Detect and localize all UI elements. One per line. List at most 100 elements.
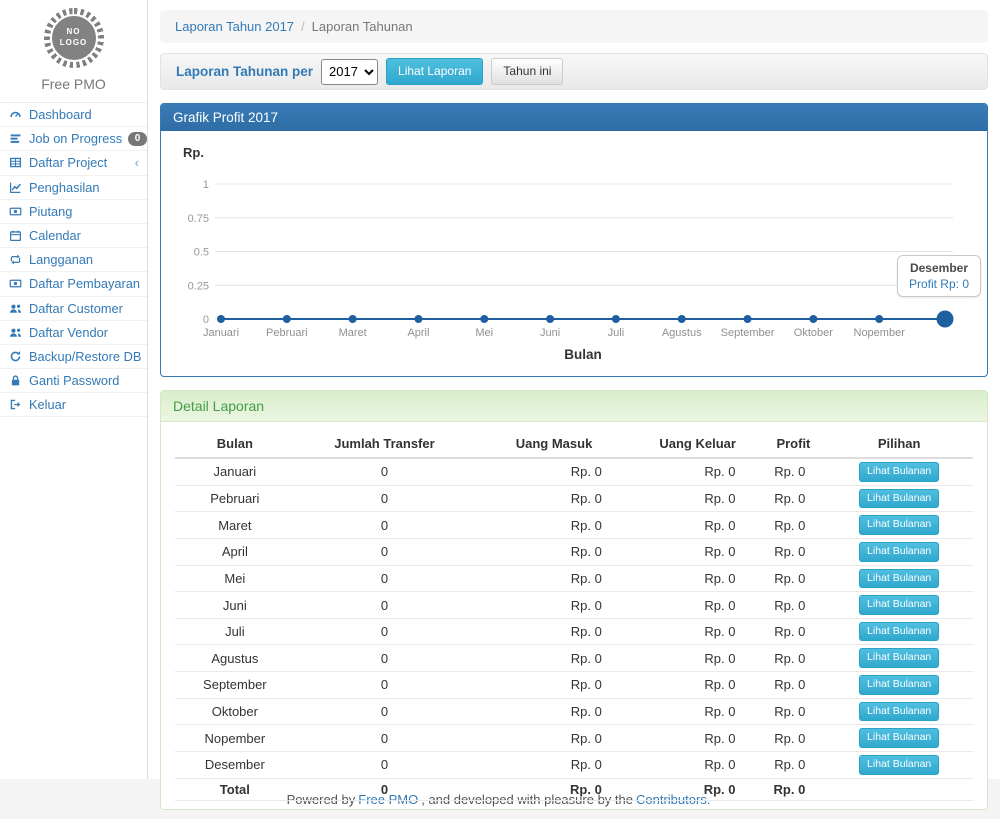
uang-keluar-cell: Rp. 0 xyxy=(634,698,762,725)
month-cell: Pebruari xyxy=(175,485,295,512)
table-row: Desember0Rp. 0Rp. 0Rp. 0Lihat Bulanan xyxy=(175,752,973,779)
table-row: Agustus0Rp. 0Rp. 0Rp. 0Lihat Bulanan xyxy=(175,645,973,672)
uang-masuk-cell: Rp. 0 xyxy=(474,485,634,512)
lihat-bulanan-button[interactable]: Lihat Bulanan xyxy=(859,515,939,535)
refresh-icon xyxy=(8,350,23,363)
users-icon xyxy=(8,326,23,339)
svg-text:0: 0 xyxy=(203,314,209,326)
uang-keluar-cell: Rp. 0 xyxy=(634,752,762,779)
profit-cell: Rp. 0 xyxy=(762,485,826,512)
sidebar-item-langganan[interactable]: Langganan xyxy=(0,248,147,272)
lihat-bulanan-button[interactable]: Lihat Bulanan xyxy=(859,595,939,615)
sign-out-icon xyxy=(8,398,23,411)
pilihan-cell: Lihat Bulanan xyxy=(825,618,973,645)
breadcrumb-current: Laporan Tahunan xyxy=(312,19,413,34)
sidebar-item-keluar[interactable]: Keluar xyxy=(0,393,147,417)
profit-cell: Rp. 0 xyxy=(762,512,826,539)
sidebar-item-backup-restore-db[interactable]: Backup/Restore DB xyxy=(0,345,147,369)
profit-cell: Rp. 0 xyxy=(762,592,826,619)
total-profit: Rp. 0 xyxy=(762,778,826,800)
jumlah-transfer-cell: 0 xyxy=(295,618,475,645)
table-icon xyxy=(8,156,23,169)
lihat-bulanan-button[interactable]: Lihat Bulanan xyxy=(859,542,939,562)
month-cell: Januari xyxy=(175,458,295,485)
uang-masuk-cell: Rp. 0 xyxy=(474,618,634,645)
year-select[interactable]: 2017 xyxy=(321,59,378,85)
lihat-bulanan-button[interactable]: Lihat Bulanan xyxy=(859,622,939,642)
month-cell: Juli xyxy=(175,618,295,645)
jumlah-transfer-cell: 0 xyxy=(295,592,475,619)
jumlah-transfer-cell: 0 xyxy=(295,698,475,725)
profit-chart-panel: Grafik Profit 2017 Rp.00.250.50.751Janua… xyxy=(160,103,988,377)
pilihan-cell: Lihat Bulanan xyxy=(825,512,973,539)
lihat-bulanan-button[interactable]: Lihat Bulanan xyxy=(859,728,939,748)
table-total-row: Total 0 Rp. 0 Rp. 0 Rp. 0 xyxy=(175,778,973,800)
sidebar-item-daftar-vendor[interactable]: Daftar Vendor xyxy=(0,321,147,345)
uang-keluar-cell: Rp. 0 xyxy=(634,458,762,485)
lihat-bulanan-button[interactable]: Lihat Bulanan xyxy=(859,489,939,509)
table-header-row: Bulan Jumlah Transfer Uang Masuk Uang Ke… xyxy=(175,430,973,458)
month-cell: Desember xyxy=(175,752,295,779)
lihat-bulanan-button[interactable]: Lihat Bulanan xyxy=(859,755,939,775)
col-profit: Profit xyxy=(762,430,826,458)
month-cell: Nopember xyxy=(175,725,295,752)
svg-text:Maret: Maret xyxy=(339,327,367,339)
profit-cell: Rp. 0 xyxy=(762,538,826,565)
profit-cell: Rp. 0 xyxy=(762,458,826,485)
lihat-bulanan-button[interactable]: Lihat Bulanan xyxy=(859,702,939,722)
dashboard-icon xyxy=(8,108,23,121)
pilihan-cell: Lihat Bulanan xyxy=(825,725,973,752)
total-label: Total xyxy=(175,778,295,800)
sidebar-item-daftar-pembayaran[interactable]: Daftar Pembayaran xyxy=(0,272,147,296)
svg-text:Juni: Juni xyxy=(540,327,560,339)
sidebar-item-penghasilan[interactable]: Penghasilan xyxy=(0,176,147,200)
breadcrumb: Laporan Tahun 2017/Laporan Tahunan xyxy=(160,10,988,43)
profit-line-chart: Rp.00.250.50.751JanuariPebruariMaretApri… xyxy=(161,131,987,376)
sidebar-item-daftar-project[interactable]: Daftar Project ‹ xyxy=(0,151,147,175)
filter-label: Laporan Tahunan per xyxy=(176,64,313,79)
breadcrumb-link-laporan-tahun[interactable]: Laporan Tahun 2017 xyxy=(175,19,294,34)
pilihan-cell: Lihat Bulanan xyxy=(825,485,973,512)
month-cell: September xyxy=(175,672,295,699)
brand-name: Free PMO xyxy=(0,76,147,92)
total-jumlah-transfer: 0 xyxy=(295,778,475,800)
uang-keluar-cell: Rp. 0 xyxy=(634,645,762,672)
lihat-bulanan-button[interactable]: Lihat Bulanan xyxy=(859,462,939,482)
month-cell: April xyxy=(175,538,295,565)
svg-text:Rp.: Rp. xyxy=(183,145,204,160)
chart-canvas: Rp.00.250.50.751JanuariPebruariMaretApri… xyxy=(175,139,973,368)
svg-text:1: 1 xyxy=(203,179,209,191)
jumlah-transfer-cell: 0 xyxy=(295,512,475,539)
sidebar-item-dashboard[interactable]: Dashboard xyxy=(0,103,147,127)
lihat-laporan-button[interactable]: Lihat Laporan xyxy=(386,58,483,86)
retweet-icon xyxy=(8,253,23,266)
uang-masuk-cell: Rp. 0 xyxy=(474,725,634,752)
sidebar-item-ganti-password[interactable]: Ganti Password xyxy=(0,369,147,393)
svg-text:Agustus: Agustus xyxy=(662,327,702,339)
table-row: September0Rp. 0Rp. 0Rp. 0Lihat Bulanan xyxy=(175,672,973,699)
uang-masuk-cell: Rp. 0 xyxy=(474,565,634,592)
lihat-bulanan-button[interactable]: Lihat Bulanan xyxy=(859,569,939,589)
profit-cell: Rp. 0 xyxy=(762,698,826,725)
sidebar-item-job-on-progress[interactable]: Job on Progress 0 xyxy=(0,127,147,151)
sidebar-item-daftar-customer[interactable]: Daftar Customer xyxy=(0,297,147,321)
lihat-bulanan-button[interactable]: Lihat Bulanan xyxy=(859,675,939,695)
table-row: Pebruari0Rp. 0Rp. 0Rp. 0Lihat Bulanan xyxy=(175,485,973,512)
jumlah-transfer-cell: 0 xyxy=(295,645,475,672)
job-count-badge: 0 xyxy=(128,132,147,146)
jumlah-transfer-cell: 0 xyxy=(295,485,475,512)
sidebar-item-calendar[interactable]: Calendar xyxy=(0,224,147,248)
lihat-bulanan-button[interactable]: Lihat Bulanan xyxy=(859,648,939,668)
main-content: Laporan Tahun 2017/Laporan Tahunan Lapor… xyxy=(148,0,1000,779)
uang-keluar-cell: Rp. 0 xyxy=(634,538,762,565)
jumlah-transfer-cell: 0 xyxy=(295,752,475,779)
sidebar-item-piutang[interactable]: Piutang xyxy=(0,200,147,224)
total-uang-keluar: Rp. 0 xyxy=(634,778,762,800)
line-chart-icon xyxy=(8,181,23,194)
no-logo-placeholder: NOLOGO xyxy=(50,14,98,62)
sidebar-nav: Dashboard Job on Progress 0 Daftar Proje… xyxy=(0,102,147,417)
month-cell: Juni xyxy=(175,592,295,619)
svg-text:Oktober: Oktober xyxy=(794,327,833,339)
uang-masuk-cell: Rp. 0 xyxy=(474,538,634,565)
tahun-ini-button[interactable]: Tahun ini xyxy=(491,58,563,86)
